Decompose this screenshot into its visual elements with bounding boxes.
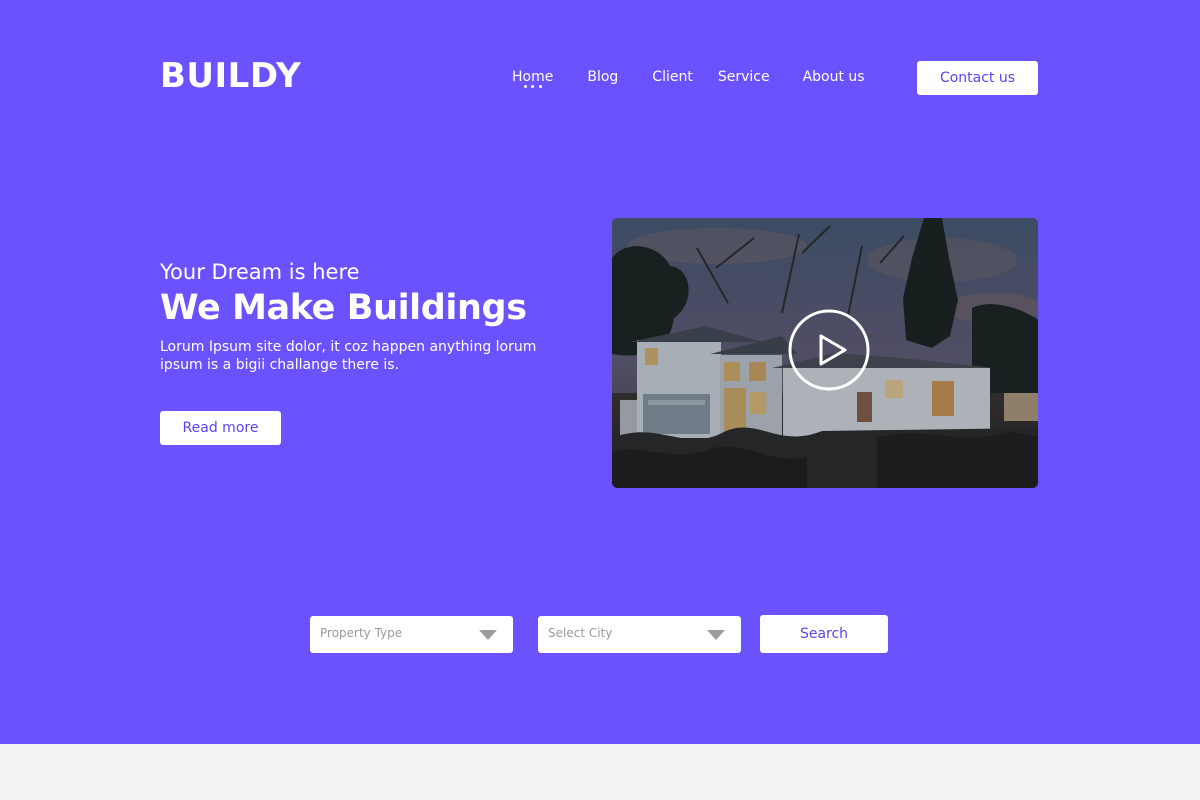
chevron-down-icon — [479, 630, 497, 640]
active-dot — [523, 85, 527, 88]
active-dot — [531, 85, 535, 88]
nav-home[interactable]: Home — [512, 68, 554, 88]
hero-description: Lorum Ipsum site dolor, it coz happen an… — [160, 339, 537, 373]
active-dot — [538, 85, 542, 88]
hero-section: BUILDY Home Blog Client Service About us… — [0, 0, 1200, 744]
nav-service[interactable]: Service — [718, 68, 770, 86]
site-logo[interactable]: BUILDY — [160, 54, 301, 98]
main-navigation: Home Blog Client Service About us — [512, 68, 865, 92]
hero-headline: We Make Buildings — [160, 288, 527, 328]
nav-home-label: Home — [512, 69, 554, 85]
next-section-strip — [0, 744, 1200, 800]
city-select[interactable]: Select City — [538, 616, 741, 653]
property-type-placeholder: Property Type — [320, 626, 403, 640]
read-more-button[interactable]: Read more — [160, 411, 281, 445]
city-placeholder: Select City — [548, 626, 613, 640]
chevron-down-icon — [707, 630, 725, 640]
contact-button[interactable]: Contact us — [917, 61, 1038, 95]
nav-client[interactable]: Client — [652, 68, 693, 86]
search-button[interactable]: Search — [760, 615, 888, 653]
hero-video-card[interactable] — [612, 218, 1038, 488]
nav-about-us[interactable]: About us — [803, 68, 865, 86]
nav-blog[interactable]: Blog — [587, 68, 618, 86]
play-icon[interactable] — [787, 308, 871, 392]
property-type-select[interactable]: Property Type — [310, 616, 513, 653]
active-indicator-dots — [523, 85, 542, 88]
page: BUILDY Home Blog Client Service About us… — [0, 0, 1200, 800]
hero-kicker: Your Dream is here — [160, 260, 360, 284]
